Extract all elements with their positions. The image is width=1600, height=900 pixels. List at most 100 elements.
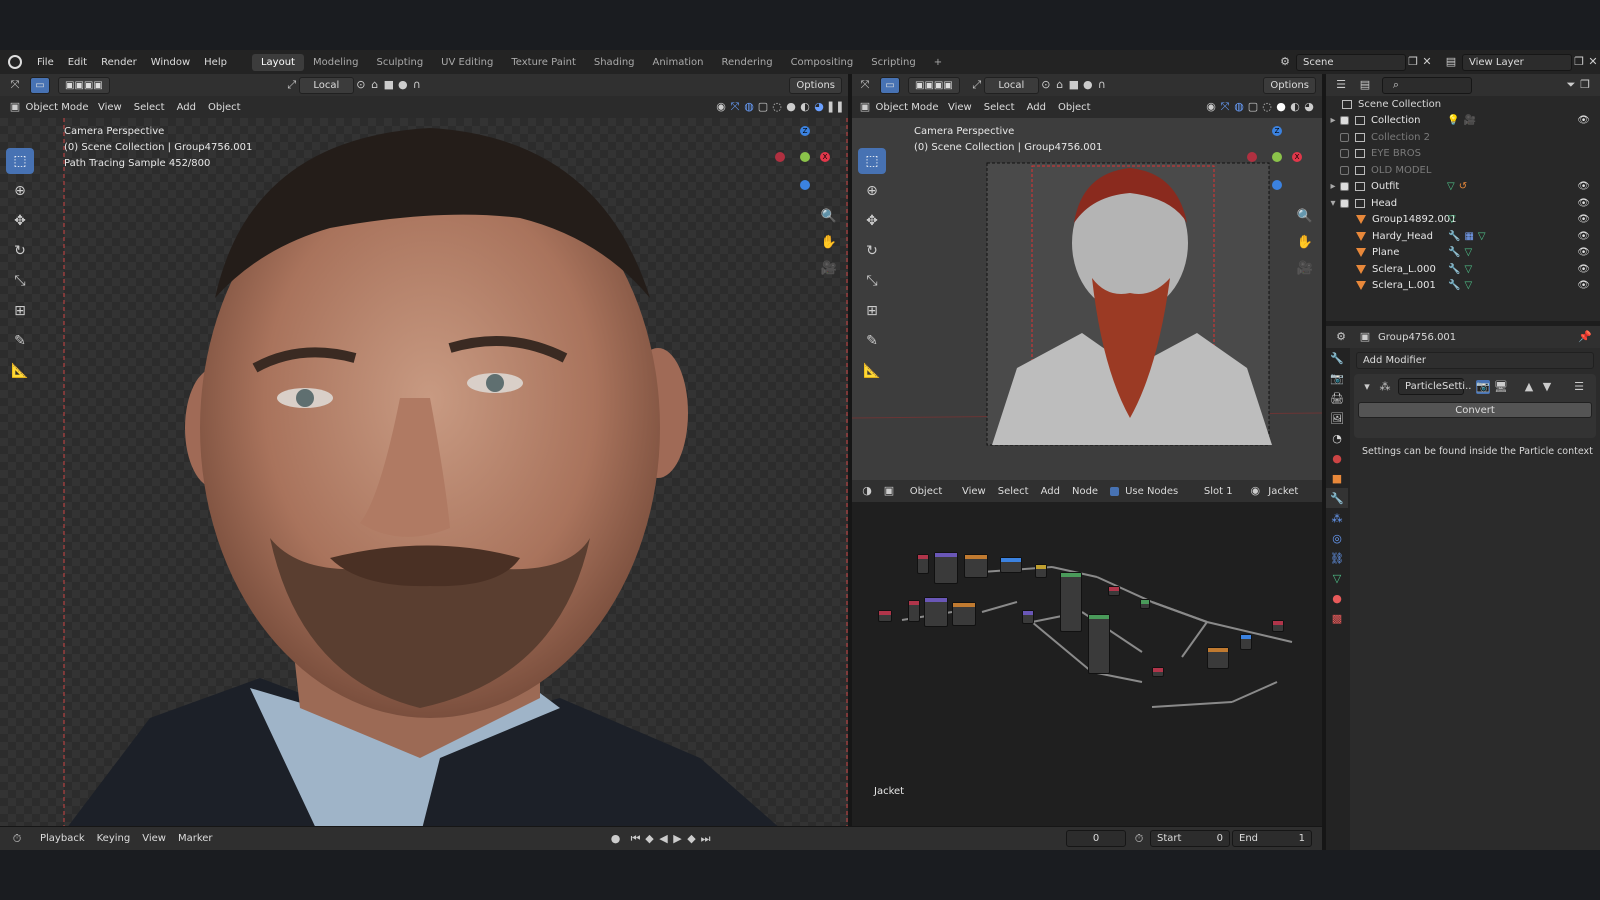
start-frame-field[interactable]: Start 0 <box>1150 830 1230 847</box>
outliner-row[interactable]: Hardy_Head 🔧 ▦ ▽ 👁 <box>1326 228 1600 244</box>
rendered-shading-icon[interactable]: ◕ <box>812 100 826 114</box>
view-layer-tab-icon[interactable]: 🖼 <box>1326 408 1348 428</box>
display-mode-icon[interactable]: ▤ <box>1358 78 1372 92</box>
show-render-icon[interactable]: 📷 <box>1476 380 1490 394</box>
scale-tool-icon-right[interactable]: ⤡ <box>858 268 886 294</box>
transform-orientation-icon[interactable]: ⤢ <box>285 78 299 92</box>
tab-rendering[interactable]: Rendering <box>712 54 781 71</box>
snap-icon-right[interactable]: ⌂ <box>1053 78 1067 92</box>
move-tool-icon-right[interactable]: ✥ <box>858 208 886 234</box>
wireframe-shading-icon[interactable]: ◌ <box>770 100 784 114</box>
visibility-eye-icon[interactable]: 👁 <box>1577 214 1590 225</box>
node-menu-select[interactable]: Select <box>992 483 1035 500</box>
row-data-icon[interactable]: ▽ <box>1464 247 1472 258</box>
menu-render[interactable]: Render <box>94 57 144 68</box>
options-dropdown-right[interactable]: Options <box>1263 76 1316 94</box>
tab-layout[interactable]: Layout <box>251 53 304 71</box>
end-frame-field[interactable]: End 1 <box>1232 830 1312 847</box>
viewport-right-menu-select[interactable]: Select <box>978 99 1021 116</box>
neg-x-axis-handle-right[interactable] <box>1247 152 1257 162</box>
visibility-eye-icon[interactable]: 👁 <box>1577 247 1590 258</box>
z-axis-handle-right[interactable]: Z <box>1272 126 1282 136</box>
row-data-icon[interactable]: 🔧 <box>1448 247 1460 258</box>
snap-target-icon[interactable]: ■ <box>382 78 396 92</box>
node-menu-view[interactable]: View <box>956 483 992 500</box>
transform-orientation-dropdown-right[interactable]: Local <box>983 76 1039 94</box>
modifier-name-field[interactable]: ParticleSetti.. <box>1398 378 1471 395</box>
object-type-icon[interactable]: ▣ <box>882 484 896 498</box>
xray-icon-right[interactable]: ▢ <box>1246 100 1260 114</box>
outliner-row[interactable]: Plane 🔧 ▽ 👁 <box>1326 245 1600 261</box>
move-down-icon[interactable]: ▼ <box>1540 380 1554 394</box>
snap-target-icon-right[interactable]: ■ <box>1067 78 1081 92</box>
x-axis-handle-right[interactable]: X <box>1292 152 1302 162</box>
shader-node[interactable] <box>908 600 920 622</box>
rotate-tool-icon-right[interactable]: ↻ <box>858 238 886 264</box>
outliner-row[interactable]: ▸ Collection 💡 🎥 👁 <box>1326 113 1600 129</box>
next-keyframe-icon[interactable]: ◆ <box>685 832 699 846</box>
solid-shading-icon-right[interactable]: ● <box>1274 100 1288 114</box>
proportional-edit-icon[interactable]: ● <box>396 78 410 92</box>
selection-mode-set-icon[interactable]: ▣▣▣▣ <box>58 76 110 94</box>
tool-tab-icon[interactable]: 🔧 <box>1326 348 1348 368</box>
play-icon[interactable]: ▶ <box>671 832 685 846</box>
proportional-edit-icon-right[interactable]: ● <box>1081 78 1095 92</box>
tab-sculpting[interactable]: Sculpting <box>367 54 432 71</box>
snap-icon[interactable]: ⌂ <box>368 78 382 92</box>
object-data-icon[interactable]: ▣ <box>1358 330 1372 344</box>
editor-type-icon-right[interactable]: ⤧ <box>858 78 872 92</box>
shader-node[interactable] <box>1000 557 1022 573</box>
xray-icon[interactable]: ▢ <box>756 100 770 114</box>
row-data-icon[interactable]: ▽ <box>1464 264 1472 275</box>
record-icon[interactable]: ● <box>609 832 623 846</box>
shader-node[interactable] <box>1272 620 1284 632</box>
new-view-layer-icon[interactable]: ❐ <box>1572 55 1586 69</box>
rotate-tool-icon[interactable]: ↻ <box>6 238 34 264</box>
viewport-menu-select[interactable]: Select <box>128 99 171 116</box>
gizmo-toggle-icon-right[interactable]: ⤧ <box>1218 100 1232 114</box>
row-data-icon[interactable]: ▽ <box>1448 214 1456 225</box>
constraints-tab-icon[interactable]: ⛓ <box>1326 548 1348 568</box>
select-tool-icon[interactable]: ⬚ <box>6 148 34 174</box>
exclude-checkbox[interactable] <box>1340 198 1349 208</box>
pan-hand-icon[interactable]: ✋ <box>818 232 840 254</box>
filter-icon[interactable]: ⏷ <box>1564 78 1578 92</box>
scene-icon[interactable]: ⚙ <box>1278 55 1292 69</box>
outliner-editor-icon[interactable]: ☰ <box>1334 78 1348 92</box>
new-collection-icon[interactable]: ❐ <box>1578 78 1592 92</box>
menu-window[interactable]: Window <box>144 57 197 68</box>
modifier-menu-icon[interactable]: ☰ <box>1572 380 1586 394</box>
visibility-eye-icon[interactable]: 👁 <box>1577 115 1590 126</box>
row-data-icon[interactable]: 🔧 <box>1448 280 1460 291</box>
scene-collection-row[interactable]: Scene Collection <box>1342 96 1441 112</box>
shader-node[interactable] <box>1035 564 1047 578</box>
shader-node[interactable] <box>1108 586 1120 596</box>
jump-end-icon[interactable]: ⏭ <box>699 832 713 846</box>
row-data-icon[interactable]: ↺ <box>1459 181 1467 192</box>
timeline-menu-view[interactable]: View <box>136 830 172 847</box>
row-data-icon[interactable]: ▽ <box>1464 280 1472 291</box>
outliner-row[interactable]: Collection 2 <box>1326 129 1600 145</box>
collapse-arrow-icon[interactable]: ▾ <box>1326 198 1340 209</box>
menu-file[interactable]: File <box>30 57 61 68</box>
pivot-icon[interactable]: ⊙ <box>354 78 368 92</box>
move-tool-icon[interactable]: ✥ <box>6 208 34 234</box>
tab-animation[interactable]: Animation <box>644 54 713 71</box>
neg-x-axis-handle[interactable] <box>775 152 785 162</box>
visibility-eye-icon[interactable]: 👁 <box>1577 264 1590 275</box>
slot-dropdown[interactable]: Slot 1 <box>1188 483 1248 500</box>
cursor-tool-icon[interactable]: ⊕ <box>6 178 34 204</box>
left-3d-viewport[interactable]: ⬚ ⊕ ✥ ↻ ⤡ ⊞ ✎ 📐 Camera Perspective (0) S… <box>0 118 848 837</box>
row-data-icon[interactable]: ▽ <box>1447 181 1455 192</box>
shader-node[interactable] <box>1060 572 1082 632</box>
outliner-search-input[interactable]: ⌕ <box>1382 76 1472 94</box>
new-scene-icon[interactable]: ❐ <box>1406 55 1420 69</box>
annotate-tool-icon[interactable]: ✎ <box>6 328 34 354</box>
viewport-right-menu-add[interactable]: Add <box>1021 99 1052 116</box>
pan-hand-icon-right[interactable]: ✋ <box>1294 232 1316 254</box>
tab-shading[interactable]: Shading <box>585 54 644 71</box>
visibility-eye-icon[interactable]: 👁 <box>1577 231 1590 242</box>
transform-orientation-dropdown[interactable]: Local <box>298 76 354 94</box>
viewport-menu-object[interactable]: Object <box>202 99 247 116</box>
overlay-toggle-icon[interactable]: ◍ <box>742 100 756 114</box>
